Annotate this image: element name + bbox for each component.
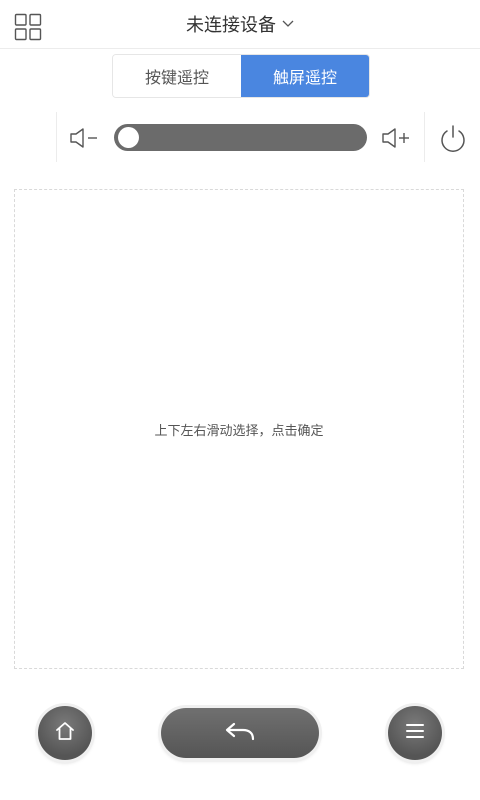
chevron-down-icon	[282, 20, 294, 28]
header-bar: 未连接设备	[0, 0, 480, 49]
power-icon[interactable]	[438, 123, 468, 153]
home-icon	[54, 720, 76, 746]
volume-slider-thumb[interactable]	[118, 127, 139, 148]
device-title: 未连接设备	[186, 15, 276, 36]
volume-up-icon[interactable]	[380, 124, 412, 152]
home-button[interactable]	[38, 706, 92, 760]
volume-down-icon[interactable]	[68, 124, 100, 152]
grid-icon[interactable]	[14, 13, 42, 41]
divider	[56, 112, 57, 162]
back-button[interactable]	[161, 708, 319, 758]
tab-key-remote[interactable]: 按键遥控	[113, 55, 241, 97]
menu-icon	[405, 722, 425, 744]
divider	[424, 112, 425, 162]
touchpad-area[interactable]: 上下左右滑动选择，点击确定	[14, 189, 464, 669]
back-icon	[224, 720, 256, 746]
mode-switch: 按键遥控 触屏遥控	[112, 54, 370, 98]
device-selector[interactable]: 未连接设备	[186, 11, 294, 37]
touchpad-hint: 上下左右滑动选择，点击确定	[154, 423, 324, 439]
menu-button[interactable]	[388, 706, 442, 760]
tab-touch-remote[interactable]: 触屏遥控	[241, 55, 369, 97]
volume-slider[interactable]	[114, 124, 367, 151]
